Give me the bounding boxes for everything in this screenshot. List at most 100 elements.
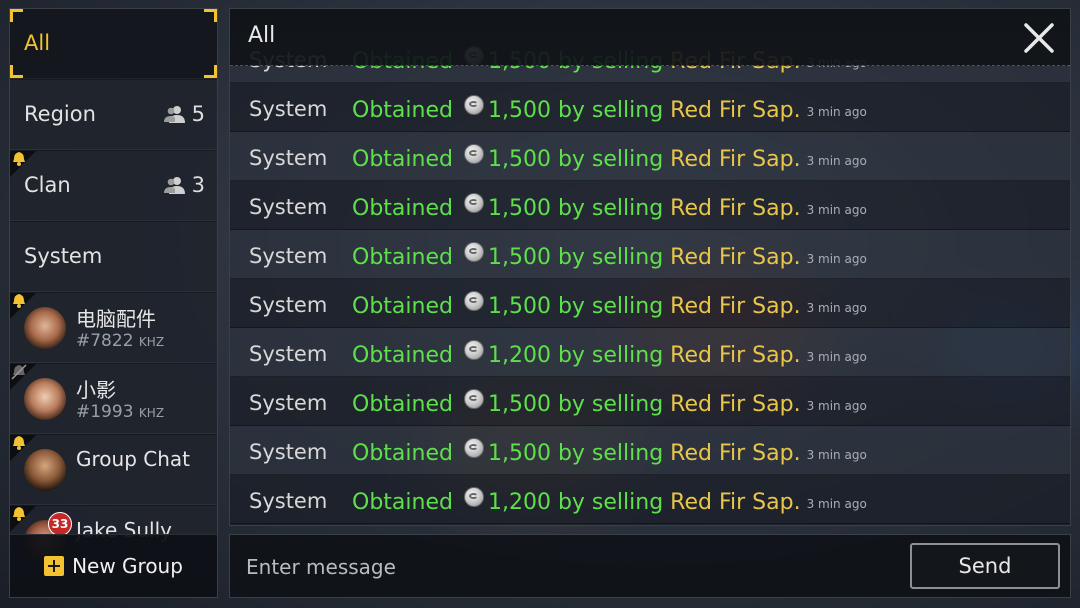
message-action: Obtained bbox=[352, 147, 453, 172]
user-name: Group Chat bbox=[76, 447, 190, 471]
message-row: System Obtained 1,500 by selling Red Fir … bbox=[230, 181, 1070, 230]
bell-icon bbox=[13, 294, 25, 308]
message-sender: System bbox=[249, 146, 328, 170]
message-input[interactable] bbox=[244, 550, 888, 584]
user-tag: #7822 KHZ bbox=[76, 331, 165, 351]
message-time: 3 min ago bbox=[806, 301, 867, 315]
coin-icon bbox=[463, 242, 484, 262]
close-icon[interactable] bbox=[1022, 21, 1056, 55]
message-sender: System bbox=[249, 244, 328, 268]
channel-sidebar: All Region 5 Clan 3 System 电脑配件 #7822 KH… bbox=[9, 8, 218, 598]
selection-corner bbox=[10, 9, 23, 22]
message-time: 3 min ago bbox=[806, 448, 867, 462]
message-mid: by selling bbox=[557, 98, 664, 123]
message-action: Obtained bbox=[352, 392, 453, 417]
message-item: Red Fir Sap. bbox=[670, 245, 801, 270]
user-name: 电脑配件 bbox=[76, 307, 156, 331]
bell-icon bbox=[13, 152, 25, 166]
message-time: 3 min ago bbox=[806, 154, 867, 168]
sidebar-item-clan[interactable]: Clan 3 bbox=[10, 151, 217, 221]
new-group-button[interactable]: New Group bbox=[10, 534, 217, 597]
message-time: 3 min ago bbox=[806, 252, 867, 266]
message-list[interactable]: System Obtained 1,500 by selling Red Fir … bbox=[230, 34, 1070, 524]
chat-header: All bbox=[230, 9, 1070, 66]
message-row: System Obtained 1,500 by selling Red Fir … bbox=[230, 83, 1070, 132]
message-action: Obtained bbox=[352, 490, 453, 515]
message-sender: System bbox=[249, 489, 328, 513]
message-amount: 1,500 bbox=[487, 147, 551, 172]
message-sender: System bbox=[249, 440, 328, 464]
message-mid: by selling bbox=[557, 196, 664, 221]
unread-badge: 33 bbox=[48, 512, 72, 536]
coin-icon bbox=[463, 340, 484, 360]
sidebar-item-all[interactable]: All bbox=[10, 9, 217, 79]
send-button[interactable]: Send bbox=[910, 543, 1060, 589]
message-text: Obtained 1,200 by selling Red Fir Sap. 3 … bbox=[352, 340, 867, 368]
selection-corner bbox=[10, 65, 23, 78]
new-group-label: New Group bbox=[72, 554, 183, 578]
message-text: Obtained 1,500 by selling Red Fir Sap. 3 … bbox=[352, 291, 867, 319]
message-text: Obtained 1,500 by selling Red Fir Sap. 3 … bbox=[352, 193, 867, 221]
message-item: Red Fir Sap. bbox=[670, 98, 801, 123]
message-sender: System bbox=[249, 195, 328, 219]
coin-icon bbox=[463, 487, 484, 507]
message-row: System Obtained 1,500 by selling Red Fir … bbox=[230, 230, 1070, 279]
message-row: System Obtained 1,200 by selling Red Fir … bbox=[230, 328, 1070, 377]
message-time: 3 min ago bbox=[806, 497, 867, 511]
selection-corner bbox=[204, 65, 217, 78]
bell-icon bbox=[13, 507, 25, 521]
message-amount: 1,500 bbox=[487, 441, 551, 466]
user-tag: #1993 KHZ bbox=[76, 402, 165, 422]
people-icon bbox=[163, 106, 185, 123]
user-name: 小影 bbox=[76, 378, 116, 402]
message-text: Obtained 1,500 by selling Red Fir Sap. 3 … bbox=[352, 95, 867, 123]
coin-icon bbox=[463, 438, 484, 458]
message-item: Red Fir Sap. bbox=[670, 392, 801, 417]
message-action: Obtained bbox=[352, 441, 453, 466]
plus-icon bbox=[44, 556, 65, 576]
message-sender: System bbox=[249, 391, 328, 415]
message-amount: 1,200 bbox=[487, 343, 551, 368]
message-row: System Obtained 1,200 by selling Red Fir … bbox=[230, 475, 1070, 524]
message-item: Red Fir Sap. bbox=[670, 441, 801, 466]
member-count: 3 bbox=[163, 173, 205, 197]
message-item: Red Fir Sap. bbox=[670, 147, 801, 172]
channel-title: All bbox=[248, 23, 276, 48]
message-item: Red Fir Sap. bbox=[670, 196, 801, 221]
muted-bell-icon bbox=[11, 364, 27, 380]
sidebar-user-1[interactable]: 电脑配件 #7822 KHZ bbox=[10, 293, 217, 363]
sidebar-item-label: System bbox=[24, 244, 103, 268]
sidebar-item-region[interactable]: Region 5 bbox=[10, 80, 217, 150]
message-row: System Obtained 1,500 by selling Red Fir … bbox=[230, 132, 1070, 181]
sidebar-item-label: All bbox=[24, 31, 51, 55]
coin-icon bbox=[463, 389, 484, 409]
message-text: Obtained 1,500 by selling Red Fir Sap. 3 … bbox=[352, 242, 867, 270]
message-mid: by selling bbox=[557, 343, 664, 368]
avatar bbox=[24, 449, 66, 491]
people-icon bbox=[163, 177, 185, 194]
member-count-value: 5 bbox=[191, 102, 205, 126]
message-amount: 1,500 bbox=[487, 245, 551, 270]
message-item: Red Fir Sap. bbox=[670, 343, 801, 368]
coin-icon bbox=[463, 95, 484, 115]
message-mid: by selling bbox=[557, 490, 664, 515]
coin-icon bbox=[463, 144, 484, 164]
message-action: Obtained bbox=[352, 98, 453, 123]
sidebar-user-2[interactable]: 小影 #1993 KHZ bbox=[10, 364, 217, 434]
selection-corner bbox=[204, 9, 217, 22]
message-time: 3 min ago bbox=[806, 203, 867, 217]
message-row: System Obtained 1,500 by selling Red Fir … bbox=[230, 426, 1070, 475]
message-sender: System bbox=[249, 293, 328, 317]
message-amount: 1,200 bbox=[487, 490, 551, 515]
message-text: Obtained 1,500 by selling Red Fir Sap. 3 … bbox=[352, 389, 867, 417]
message-row: System Obtained 1,500 by selling Red Fir … bbox=[230, 377, 1070, 426]
member-count: 5 bbox=[163, 102, 205, 126]
message-mid: by selling bbox=[557, 294, 664, 319]
sidebar-group-chat[interactable]: Group Chat bbox=[10, 435, 217, 505]
sidebar-item-system[interactable]: System bbox=[10, 222, 217, 292]
message-time: 3 min ago bbox=[806, 105, 867, 119]
message-item: Red Fir Sap. bbox=[670, 490, 801, 515]
message-row: System Obtained 1,500 by selling Red Fir … bbox=[230, 279, 1070, 328]
message-time: 3 min ago bbox=[806, 350, 867, 364]
avatar bbox=[24, 378, 66, 420]
